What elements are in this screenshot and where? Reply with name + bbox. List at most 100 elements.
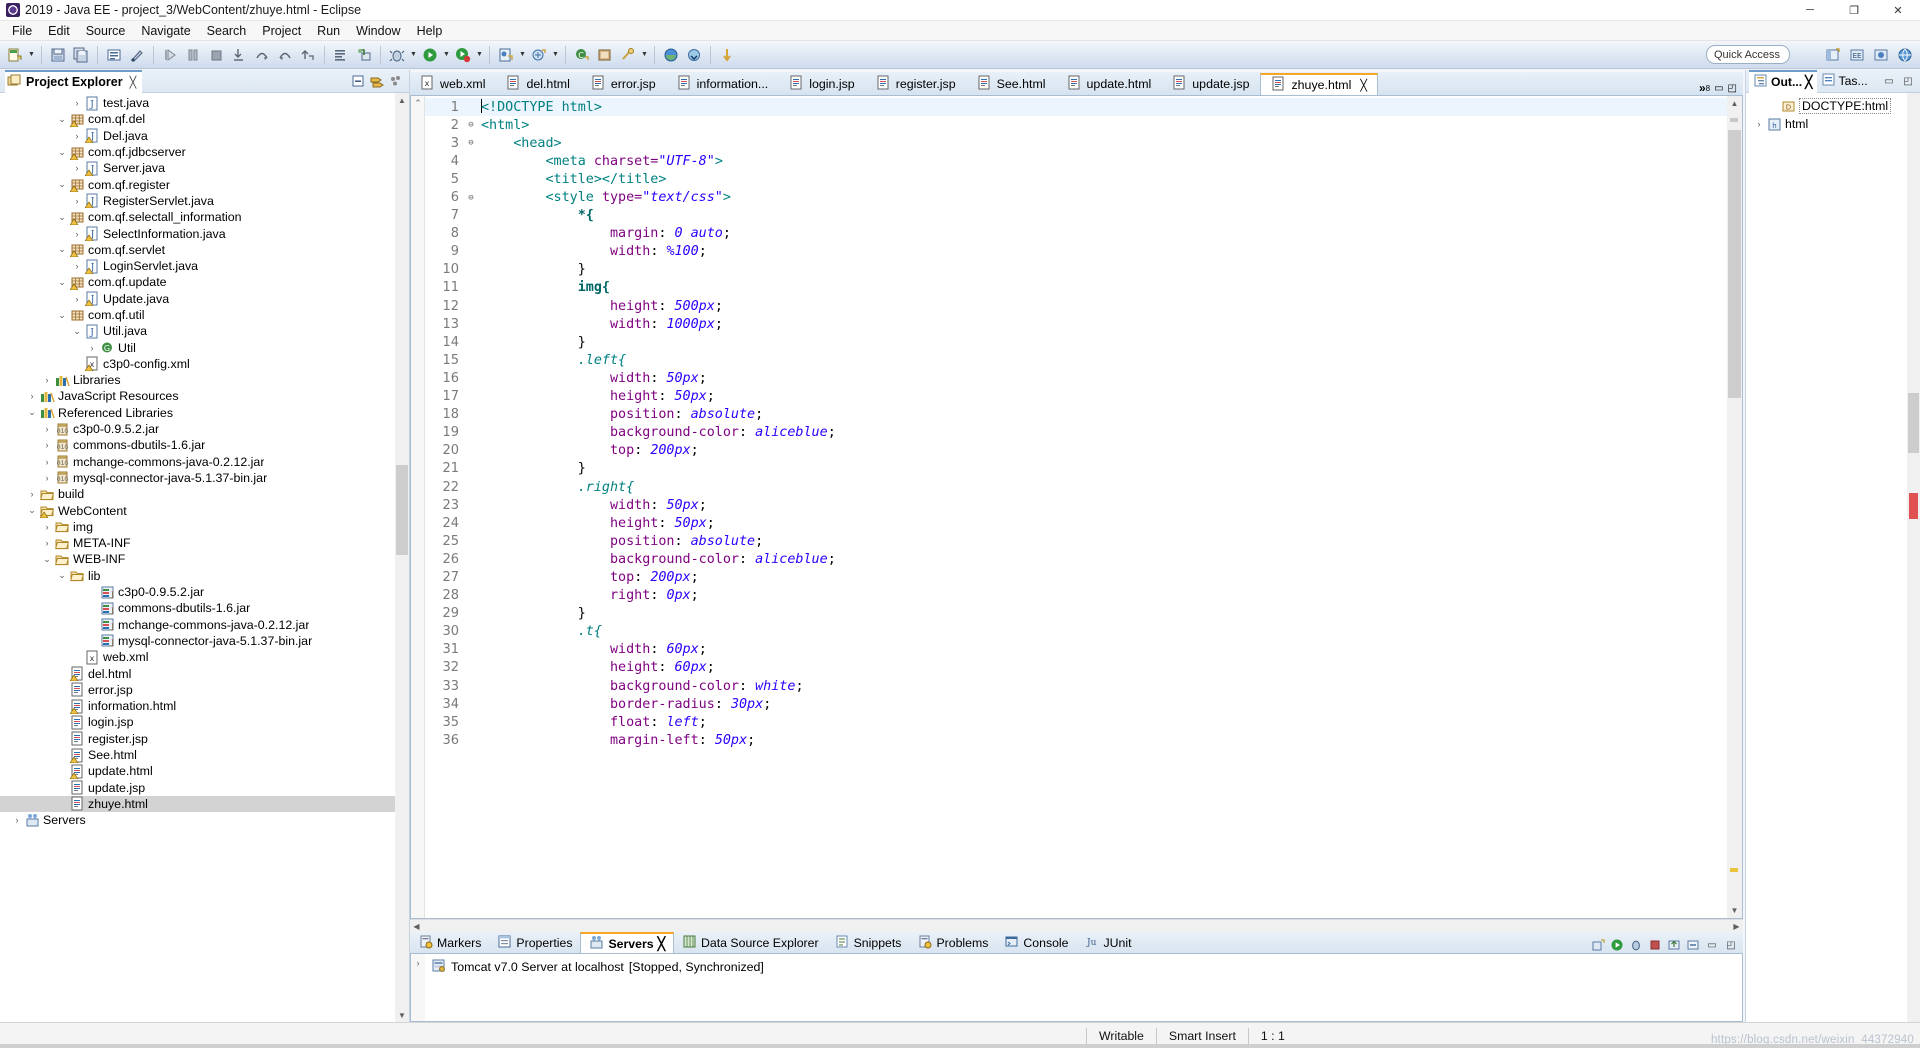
tree-item[interactable]: ⌄ lib (0, 568, 409, 584)
project-tree-scrollbar[interactable]: ▲ ▼ (395, 93, 409, 1022)
collapse-all-icon[interactable] (350, 73, 366, 89)
outline-tab-out[interactable]: Out... ╳ (1749, 69, 1817, 93)
bottom-tab-problems[interactable]: Problems (909, 932, 996, 953)
expanded-arrow-icon[interactable]: ⌄ (55, 179, 69, 190)
expanded-arrow-icon[interactable]: ⌄ (25, 407, 39, 418)
tree-item[interactable]: › J SelectInformation.java (0, 225, 409, 242)
new-class-icon[interactable]: C (571, 44, 593, 66)
collapsed-arrow-icon[interactable]: › (25, 489, 39, 499)
open-type-icon[interactable] (594, 44, 616, 66)
code-line[interactable]: 2 ⊖ <html> (425, 116, 1727, 134)
tree-item[interactable]: register.jsp (0, 731, 409, 747)
chevron-overflow-icon[interactable]: » 8 (1699, 81, 1710, 95)
bottom-tab-snippets[interactable]: Snippets (827, 932, 910, 953)
tree-item[interactable]: ⌄ com.qf.servlet (0, 242, 409, 258)
code-line[interactable]: 1 <!DOCTYPE html> (425, 98, 1727, 117)
code-line[interactable]: 9 width: %100; (425, 243, 1727, 261)
tree-item[interactable]: ⌄ WEB-INF (0, 551, 409, 567)
tab-project-explorer[interactable]: Project Explorer ╳ (5, 69, 143, 93)
editor-tab-updatehtml[interactable]: update.html (1057, 73, 1163, 95)
code-line[interactable]: 11 img{ (425, 279, 1727, 297)
previous-annotation-icon[interactable] (716, 44, 738, 66)
tree-scroll-thumb[interactable] (396, 464, 408, 555)
tree-item[interactable]: update.jsp (0, 779, 409, 795)
new-wizard-dropdown-icon[interactable]: ▼ (27, 44, 36, 66)
step-over-icon[interactable] (251, 44, 273, 66)
collapsed-arrow-icon[interactable]: › (1752, 119, 1766, 129)
tree-item[interactable]: Jc3p0-0.9.5.2.jar (0, 584, 409, 600)
menu-help[interactable]: Help (409, 22, 451, 40)
run-dropdown-icon[interactable]: ▼ (442, 44, 451, 66)
search-icon[interactable] (617, 44, 639, 66)
tree-item[interactable]: › META-INF (0, 535, 409, 551)
close-icon[interactable]: ╳ (658, 937, 665, 951)
tree-item[interactable]: Jcommons-dbutils-1.6.jar (0, 600, 409, 616)
code-line[interactable]: 36 margin-left: 50px; (425, 731, 1727, 749)
tree-item[interactable]: ⌄ com.qf.register (0, 176, 409, 193)
editor-tab-registerjsp[interactable]: register.jsp (866, 73, 967, 95)
save-all-icon[interactable] (70, 44, 92, 66)
run-as-server-dropdown-icon[interactable]: ▼ (475, 44, 484, 66)
step-out-icon[interactable] (297, 44, 319, 66)
code-editor[interactable]: 1 <!DOCTYPE html> 2 ⊖ <html> 3 ⊖ <head> 4 <meta… (425, 96, 1727, 918)
close-icon[interactable]: ╳ (1805, 75, 1812, 89)
tree-item[interactable]: update.html (0, 763, 409, 779)
editor-tab-zhuyehtml[interactable]: zhuye.html ╳ (1260, 73, 1379, 95)
collapsed-arrow-icon[interactable]: › (70, 196, 84, 206)
suspend-icon[interactable] (182, 44, 204, 66)
tree-item[interactable]: x web.xml (0, 649, 409, 665)
bottom-tab-servers[interactable]: Servers ╳ (580, 932, 675, 953)
minimize-button[interactable]: ─ (1788, 0, 1832, 21)
step-into-icon[interactable] (228, 44, 250, 66)
tree-item[interactable]: error.jsp (0, 682, 409, 698)
collapsed-arrow-icon[interactable]: › (40, 473, 54, 483)
collapsed-arrow-icon[interactable]: › (25, 391, 39, 401)
code-line[interactable]: 31 width: 60px; (425, 641, 1727, 659)
code-line[interactable]: 19 background-color: aliceblue; (425, 424, 1727, 442)
tree-item[interactable]: › Servers (0, 812, 409, 828)
collapsed-arrow-icon[interactable]: › (70, 294, 84, 304)
expanded-arrow-icon[interactable]: ⌄ (70, 326, 84, 337)
run-last-tool-icon[interactable] (353, 44, 375, 66)
outline-tab-tas[interactable]: Tas... (1817, 70, 1872, 93)
terminate-icon[interactable] (205, 44, 227, 66)
outline-body[interactable]: D DOCTYPE:html › h html (1746, 93, 1920, 1022)
collapsed-arrow-icon[interactable]: › (10, 815, 24, 825)
close-button[interactable]: ✕ (1876, 0, 1920, 21)
editor-horizontal-scrollbar[interactable]: ◀ ▶ (410, 919, 1743, 932)
tree-item[interactable]: › J Del.java (0, 128, 409, 144)
code-line[interactable]: 10 } (425, 261, 1727, 279)
code-line[interactable]: 33 background-color: white; (425, 677, 1727, 695)
menu-source[interactable]: Source (78, 22, 134, 40)
collapsed-arrow-icon[interactable]: › (40, 457, 54, 467)
external-tools-icon[interactable] (330, 44, 352, 66)
save-icon[interactable] (47, 44, 69, 66)
tree-item[interactable]: ⌄ com.qf.jdbcserver (0, 144, 409, 160)
tree-item[interactable]: › Jtest.java (0, 95, 409, 111)
print-icon[interactable] (103, 44, 125, 66)
tree-item[interactable]: ⌄ com.qf.util (0, 307, 409, 323)
tree-item[interactable]: ⌄ Referenced Libraries (0, 405, 409, 421)
tree-item[interactable]: ⌄ com.qf.update (0, 274, 409, 290)
tree-item[interactable]: x c3p0-config.xml (0, 356, 409, 372)
debug-server-icon[interactable] (1628, 937, 1644, 953)
minimize-icon[interactable]: ▭ (1881, 73, 1897, 89)
tree-item[interactable]: › 010 commons-dbutils-1.6.jar (0, 437, 409, 453)
code-line[interactable]: 34 border-radius: 30px; (425, 695, 1727, 713)
code-line[interactable]: 21 } (425, 460, 1727, 478)
tree-item[interactable]: del.html (0, 665, 409, 682)
code-line[interactable]: 3 ⊖ <head> (425, 134, 1727, 152)
fold-collapse-icon[interactable]: ⊖ (465, 193, 477, 203)
step-return-icon[interactable] (274, 44, 296, 66)
resume-icon[interactable] (159, 44, 181, 66)
menu-run[interactable]: Run (309, 22, 348, 40)
bottom-tab-junit[interactable]: Ju JUnit (1077, 932, 1140, 953)
collapsed-arrow-icon[interactable]: › (70, 261, 84, 271)
run-as-server-icon[interactable] (452, 44, 474, 66)
search-dropdown-icon[interactable]: ▼ (640, 44, 649, 66)
debug-dropdown-icon[interactable]: ▼ (409, 44, 418, 66)
tree-item[interactable]: › J Server.java (0, 160, 409, 176)
maximize-icon[interactable]: ◰ (1728, 83, 1737, 94)
scroll-down-arrow-icon[interactable]: ▼ (1727, 903, 1742, 918)
tree-item[interactable]: › JavaScript Resources (0, 388, 409, 404)
